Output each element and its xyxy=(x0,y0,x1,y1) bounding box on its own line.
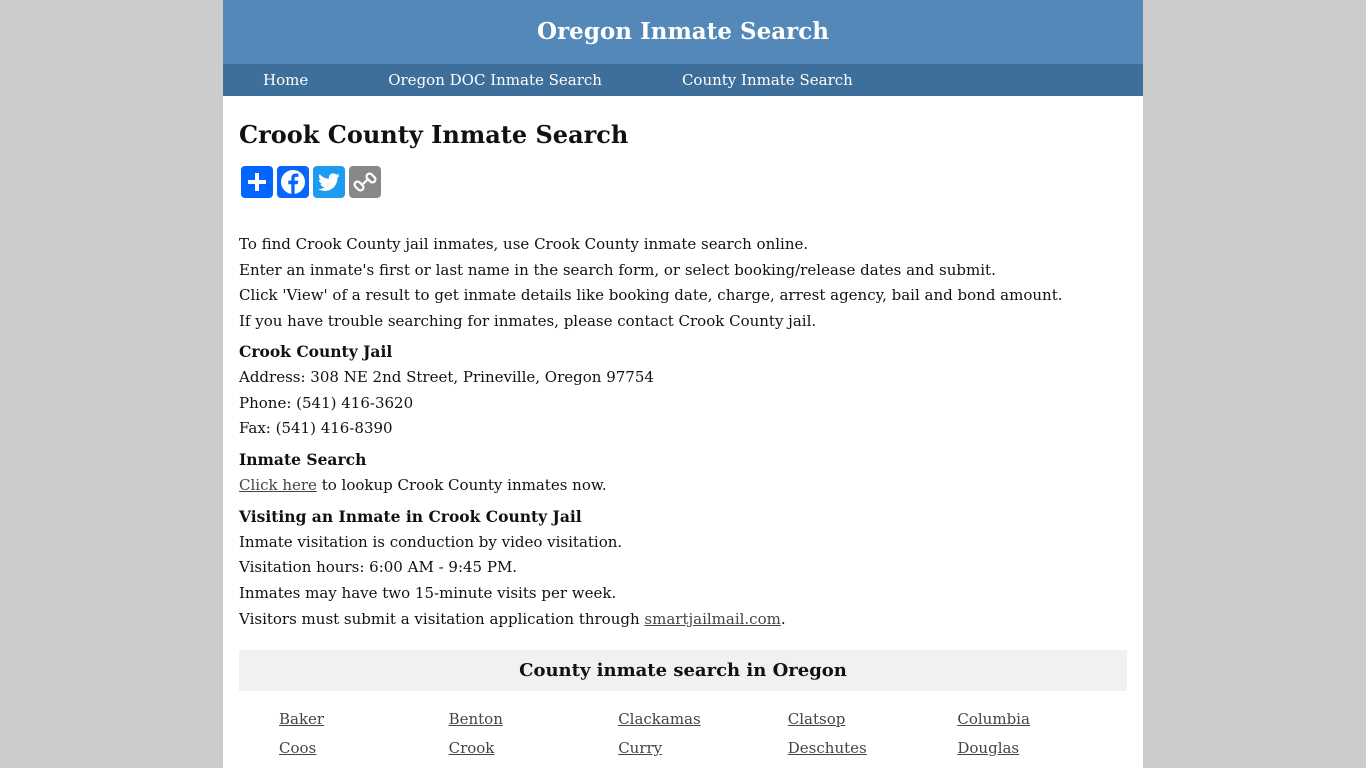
jail-address: Address: 308 NE 2nd Street, Prineville, … xyxy=(239,367,654,386)
site-title[interactable]: Oregon Inmate Search xyxy=(537,18,829,45)
county-link-baker[interactable]: Baker xyxy=(279,708,449,730)
visiting-hours: Visitation hours: 6:00 AM - 9:45 PM. xyxy=(239,558,518,577)
jail-phone: Phone: (541) 416-3620 xyxy=(239,393,414,412)
intro-line: If you have trouble searching for inmate… xyxy=(239,311,817,330)
nav-home[interactable]: Home xyxy=(223,64,348,96)
twitter-icon xyxy=(317,173,340,191)
county-link-clackamas[interactable]: Clackamas xyxy=(618,708,788,730)
jail-fax: Fax: (541) 416-8390 xyxy=(239,419,393,438)
jail-info: Crook County Jail Address: 308 NE 2nd St… xyxy=(239,339,1127,442)
jail-heading: Crook County Jail xyxy=(239,342,393,361)
plus-icon xyxy=(248,173,266,191)
county-link-curry[interactable]: Curry xyxy=(618,737,788,759)
visiting-heading: Visiting an Inmate in Crook County Jail xyxy=(239,506,582,526)
share-toolbar xyxy=(241,166,1127,198)
inmate-search-text: Click here to lookup Crook County inmate… xyxy=(239,473,1127,499)
visiting-line: Inmate visitation is conduction by video… xyxy=(239,532,623,551)
copy-link-icon xyxy=(353,172,377,192)
county-search-heading: County inmate search in Oregon xyxy=(519,659,847,681)
smartjailmail-link[interactable]: smartjailmail.com xyxy=(644,610,780,628)
intro-line: To find Crook County jail inmates, use C… xyxy=(239,235,809,253)
intro-line: Enter an inmate's first or last name in … xyxy=(239,260,996,279)
twitter-share-button[interactable] xyxy=(313,166,345,198)
intro-line: Click 'View' of a result to get inmate d… xyxy=(239,286,1063,304)
main-content: Crook County Inmate Search To find Crook… xyxy=(223,118,1143,759)
intro-text: To find Crook County jail inmates, use C… xyxy=(239,232,1127,334)
county-link-columbia[interactable]: Columbia xyxy=(957,708,1127,730)
visiting-application: Visitors must submit a visitation applic… xyxy=(239,607,1127,633)
visiting-line: Inmates may have two 15-minute visits pe… xyxy=(239,584,617,603)
county-list: Baker Benton Clackamas Clatsop Columbia … xyxy=(239,708,1127,759)
page: Oregon Inmate Search Home Oregon DOC Inm… xyxy=(223,0,1143,768)
facebook-icon xyxy=(281,170,305,194)
visiting-section: Visiting an Inmate in Crook County Jail … xyxy=(239,504,1127,633)
county-link-coos[interactable]: Coos xyxy=(279,737,449,759)
main-nav: Home Oregon DOC Inmate Search County Inm… xyxy=(223,64,1143,96)
county-link-douglas[interactable]: Douglas xyxy=(957,737,1127,759)
visiting-application-text: Visitors must submit a visitation applic… xyxy=(239,609,645,628)
click-here-link[interactable]: Click here xyxy=(239,476,317,494)
county-link-deschutes[interactable]: Deschutes xyxy=(788,737,958,759)
facebook-share-button[interactable] xyxy=(277,166,309,198)
inmate-search-suffix: to lookup Crook County inmates now. xyxy=(316,475,607,494)
nav-oregon-doc-inmate-search[interactable]: Oregon DOC Inmate Search xyxy=(348,64,642,96)
inmate-search-section: Inmate Search Click here to lookup Crook… xyxy=(239,447,1127,499)
county-link-crook[interactable]: Crook xyxy=(449,737,619,759)
county-link-clatsop[interactable]: Clatsop xyxy=(788,708,958,730)
page-title: Crook County Inmate Search xyxy=(239,120,629,149)
share-button[interactable] xyxy=(241,166,273,198)
county-search-heading-box: County inmate search in Oregon xyxy=(239,649,1127,691)
nav-county-inmate-search[interactable]: County Inmate Search xyxy=(642,64,893,96)
inmate-search-heading: Inmate Search xyxy=(239,450,367,470)
period: . xyxy=(780,609,786,628)
county-link-benton[interactable]: Benton xyxy=(449,708,619,730)
copy-link-button[interactable] xyxy=(349,166,381,198)
site-header: Oregon Inmate Search xyxy=(223,0,1143,64)
